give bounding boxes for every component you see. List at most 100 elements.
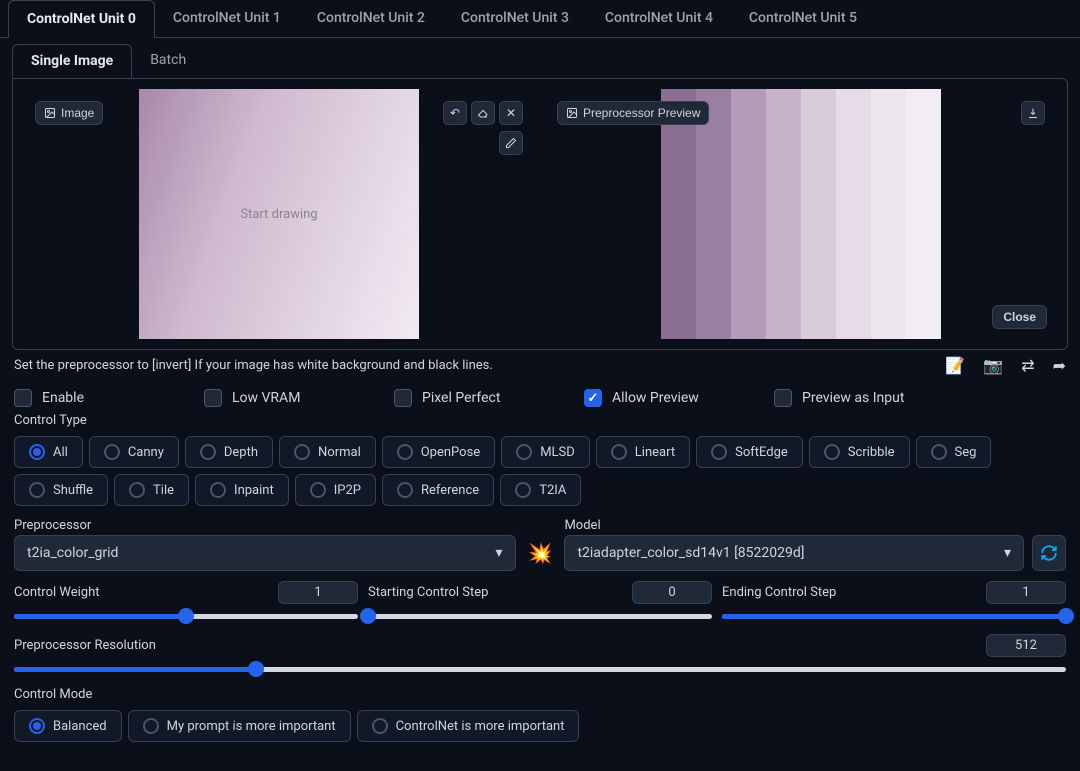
checkbox-box (14, 389, 32, 407)
radio-label: Inpaint (234, 483, 274, 498)
start-step-label: Starting Control Step (368, 585, 488, 600)
remove-button[interactable]: ✕ (499, 101, 523, 125)
radio-label: Depth (224, 445, 258, 460)
checkbox-label: Preview as Input (802, 390, 904, 406)
control-type-option-t2ia[interactable]: T2IA (500, 474, 581, 506)
resolution-label: Preprocessor Resolution (14, 638, 156, 653)
control-type-option-inpaint[interactable]: Inpaint (195, 474, 289, 506)
pixelperfect-checkbox[interactable]: Pixel Perfect (394, 389, 544, 407)
tab-unit-1[interactable]: ControlNet Unit 1 (155, 0, 299, 37)
control-weight-slider[interactable] (14, 610, 358, 622)
control-type-option-ip2p[interactable]: IP2P (295, 474, 376, 506)
send-icon[interactable]: ➦ (1053, 356, 1066, 375)
start-step-slider[interactable] (368, 610, 712, 622)
control-type-option-softedge[interactable]: SoftEdge (696, 436, 803, 468)
control-weight-value[interactable]: 1 (278, 581, 358, 604)
radio-circle (515, 482, 531, 498)
radio-label: OpenPose (421, 445, 480, 460)
tab-unit-0[interactable]: ControlNet Unit 0 (8, 0, 155, 38)
radio-label: Shuffle (53, 483, 93, 498)
control-mode-option[interactable]: Balanced (14, 710, 122, 742)
tab-unit-5[interactable]: ControlNet Unit 5 (731, 0, 875, 37)
radio-label: Canny (128, 445, 164, 460)
checkbox-label: Low VRAM (232, 390, 300, 406)
control-type-option-lineart[interactable]: Lineart (596, 436, 690, 468)
webcam-icon[interactable]: 📷 (983, 356, 1003, 375)
preprocessor-select[interactable]: t2ia_color_grid ▾ (14, 535, 516, 571)
preview-button-label: Preprocessor Preview (583, 106, 700, 120)
image-mode-tabs: Single Image Batch (0, 38, 1080, 78)
image-icon (44, 107, 56, 119)
close-icon: ✕ (506, 106, 516, 120)
chevron-down-icon: ▾ (1004, 545, 1011, 561)
download-icon (1027, 107, 1039, 119)
resolution-slider[interactable] (14, 663, 1066, 675)
control-type-option-scribble[interactable]: Scribble (809, 436, 910, 468)
draw-tool-button[interactable] (499, 131, 523, 155)
radio-circle (397, 444, 413, 460)
download-button[interactable] (1021, 101, 1045, 125)
checkbox-box (774, 389, 792, 407)
image-icon (566, 107, 578, 119)
new-canvas-icon[interactable]: 📝 (945, 356, 965, 375)
previewasinput-checkbox[interactable]: Preview as Input (774, 389, 924, 407)
resolution-value[interactable]: 512 (986, 634, 1066, 657)
control-type-option-mlsd[interactable]: MLSD (501, 436, 590, 468)
radio-label: SoftEdge (735, 445, 788, 460)
control-type-option-normal[interactable]: Normal (279, 436, 376, 468)
options-row: Enable Low VRAM Pixel Perfect Allow Prev… (0, 379, 1080, 411)
hint-text: Set the preprocessor to [invert] If your… (14, 358, 493, 373)
radio-circle (104, 444, 120, 460)
lowvram-checkbox[interactable]: Low VRAM (204, 389, 354, 407)
radio-circle (29, 718, 45, 734)
source-image-canvas[interactable]: Start drawing (139, 89, 419, 339)
control-type-option-shuffle[interactable]: Shuffle (14, 474, 108, 506)
radio-circle (372, 718, 388, 734)
checkbox-box (584, 389, 602, 407)
swap-icon[interactable]: ⇄ (1021, 356, 1034, 375)
enable-checkbox[interactable]: Enable (14, 389, 164, 407)
radio-label: T2IA (539, 483, 566, 498)
control-mode-grid: Balanced My prompt is more importantContr… (0, 704, 1080, 748)
tab-batch[interactable]: Batch (132, 44, 204, 78)
preprocessor-preview-button[interactable]: Preprocessor Preview (557, 101, 709, 125)
start-step-value[interactable]: 0 (632, 581, 712, 604)
preprocessor-label: Preprocessor (14, 516, 516, 535)
erase-button[interactable] (471, 101, 495, 125)
allowpreview-checkbox[interactable]: Allow Preview (584, 389, 734, 407)
tab-unit-2[interactable]: ControlNet Unit 2 (299, 0, 443, 37)
control-type-option-depth[interactable]: Depth (185, 436, 273, 468)
tab-unit-3[interactable]: ControlNet Unit 3 (443, 0, 587, 37)
control-type-option-canny[interactable]: Canny (89, 436, 179, 468)
model-select[interactable]: t2iadapter_color_sd14v1 [8522029d] ▾ (564, 535, 1024, 571)
control-mode-option[interactable]: My prompt is more important (128, 710, 351, 742)
run-preprocessor-button[interactable]: 💥 (528, 541, 553, 571)
drawing-hint-label: Start drawing (240, 207, 317, 222)
tab-unit-4[interactable]: ControlNet Unit 4 (587, 0, 731, 37)
control-type-grid: All Canny Depth Normal OpenPose MLSDLineart So… (0, 430, 1080, 512)
radio-label: Scribble (848, 445, 895, 460)
control-type-option-reference[interactable]: Reference (382, 474, 494, 506)
control-type-option-all[interactable]: All (14, 436, 83, 468)
image-panel: Image ↶ ✕ (12, 78, 1068, 350)
image-button-label: Image (61, 106, 94, 120)
control-mode-label: Control Mode (0, 685, 1080, 704)
chevron-down-icon: ▾ (496, 545, 503, 561)
undo-button[interactable]: ↶ (443, 101, 467, 125)
radio-label: Balanced (53, 719, 107, 734)
control-type-option-seg[interactable]: Seg (916, 436, 992, 468)
model-value: t2iadapter_color_sd14v1 [8522029d] (577, 545, 804, 561)
image-button[interactable]: Image (35, 101, 103, 125)
end-step-value[interactable]: 1 (986, 581, 1066, 604)
end-step-slider[interactable] (722, 610, 1066, 622)
preview-image-canvas[interactable] (661, 89, 941, 339)
tab-single-image[interactable]: Single Image (12, 44, 132, 78)
close-button[interactable]: Close (992, 305, 1047, 329)
control-mode-option[interactable]: ControlNet is more important (357, 710, 580, 742)
control-type-option-openpose[interactable]: OpenPose (382, 436, 495, 468)
radio-circle (397, 482, 413, 498)
radio-circle (611, 444, 627, 460)
control-type-option-tile[interactable]: Tile (114, 474, 189, 506)
preview-image (661, 89, 941, 339)
refresh-models-button[interactable] (1032, 535, 1066, 571)
